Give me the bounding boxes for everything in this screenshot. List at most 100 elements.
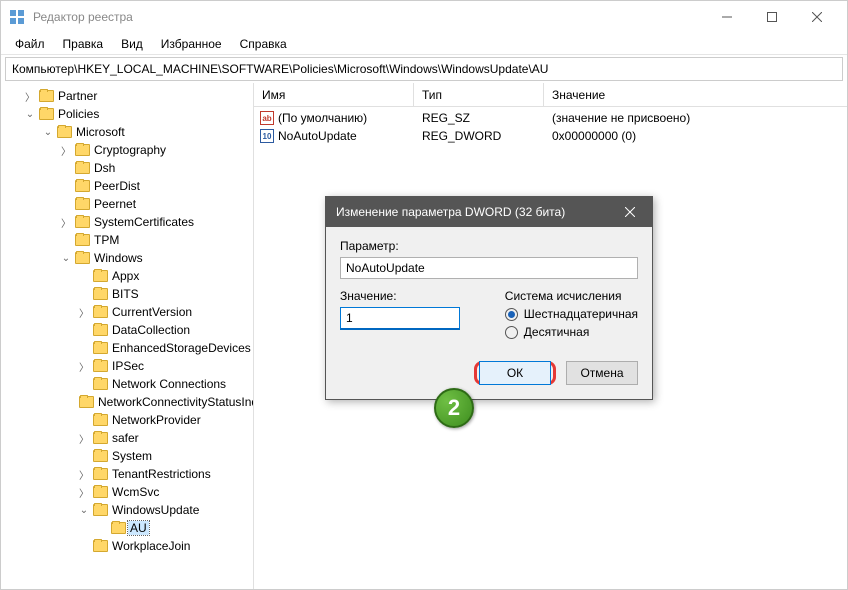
chevron-down-icon[interactable]: ⌄ [41, 127, 55, 138]
menu-help[interactable]: Справка [232, 35, 295, 53]
chevron-right-icon[interactable]: 〉 [59, 143, 73, 158]
window-title: Редактор реестра [33, 10, 704, 24]
titlebar: Редактор реестра [1, 1, 847, 33]
tree-item[interactable]: TPM [59, 231, 253, 249]
dialog-titlebar: Изменение параметра DWORD (32 бита) [326, 197, 652, 227]
folder-icon [93, 468, 108, 480]
folder-icon [75, 252, 90, 264]
tree-item[interactable]: 〉safer [77, 429, 253, 447]
tree-item-windows[interactable]: ⌄Windows [59, 249, 253, 267]
folder-icon [93, 324, 108, 336]
folder-icon [39, 108, 54, 120]
chevron-right-icon[interactable]: 〉 [77, 431, 91, 446]
dialog-title: Изменение параметра DWORD (32 бита) [336, 205, 565, 219]
close-button[interactable] [794, 2, 839, 32]
ok-highlight: ОК [474, 361, 556, 385]
folder-icon [93, 540, 108, 552]
folder-icon [93, 486, 108, 498]
edit-dword-dialog: Изменение параметра DWORD (32 бита) Пара… [325, 196, 653, 400]
dword-value-icon: 10 [260, 129, 274, 143]
chevron-right-icon[interactable]: 〉 [23, 89, 37, 104]
tree-item[interactable]: PeerDist [59, 177, 253, 195]
chevron-right-icon[interactable]: 〉 [77, 359, 91, 374]
dialog-close-button[interactable] [618, 200, 642, 224]
folder-icon [93, 414, 108, 426]
tree-item[interactable]: Appx [77, 267, 253, 285]
menu-favorites[interactable]: Избранное [153, 35, 230, 53]
value-row[interactable]: 10NoAutoUpdate REG_DWORD 0x00000000 (0) [254, 127, 847, 145]
param-name-input[interactable] [340, 257, 638, 279]
tree-item-partner[interactable]: 〉Partner [23, 87, 253, 105]
string-value-icon: ab [260, 111, 274, 125]
tree-item[interactable]: 〉WcmSvc [77, 483, 253, 501]
tree-item[interactable]: BITS [77, 285, 253, 303]
folder-icon [93, 450, 108, 462]
chevron-down-icon[interactable]: ⌄ [77, 505, 91, 516]
tree-item[interactable]: 〉IPSec [77, 357, 253, 375]
tree-item[interactable]: NetworkProvider [77, 411, 253, 429]
chevron-right-icon[interactable]: 〉 [59, 215, 73, 230]
radio-icon [505, 326, 518, 339]
base-label: Система исчисления [505, 289, 638, 303]
tree-item[interactable]: DataCollection [77, 321, 253, 339]
menubar: Файл Правка Вид Избранное Справка [1, 33, 847, 55]
chevron-right-icon[interactable]: 〉 [77, 305, 91, 320]
tree-item-windowsupdate[interactable]: ⌄WindowsUpdate [77, 501, 253, 519]
tree-item[interactable]: WorkplaceJoin [77, 537, 253, 555]
folder-icon [57, 126, 72, 138]
tree-item[interactable]: NetworkConnectivityStatusIndicator [77, 393, 253, 411]
tree-item[interactable]: EnhancedStorageDevices [77, 339, 253, 357]
tree-item-microsoft[interactable]: ⌄Microsoft [41, 123, 253, 141]
tree-item[interactable]: Dsh [59, 159, 253, 177]
folder-icon [75, 216, 90, 228]
tree-item[interactable]: Peernet [59, 195, 253, 213]
chevron-down-icon[interactable]: ⌄ [23, 109, 37, 120]
chevron-right-icon[interactable]: 〉 [77, 467, 91, 482]
column-data[interactable]: Значение [544, 83, 847, 106]
menu-view[interactable]: Вид [113, 35, 151, 53]
chevron-right-icon[interactable]: 〉 [77, 485, 91, 500]
value-row[interactable]: ab(По умолчанию) REG_SZ (значение не при… [254, 109, 847, 127]
chevron-down-icon[interactable]: ⌄ [59, 253, 73, 264]
folder-icon [93, 306, 108, 318]
folder-icon [75, 198, 90, 210]
tree-item[interactable]: 〉TenantRestrictions [77, 465, 253, 483]
base-group: Система исчисления Шестнадцатеричная Дес… [505, 289, 638, 343]
radio-dec[interactable]: Десятичная [505, 325, 638, 339]
radio-icon [505, 308, 518, 321]
column-headers: Имя Тип Значение [254, 83, 847, 107]
menu-edit[interactable]: Правка [55, 35, 112, 53]
cancel-button[interactable]: Отмена [566, 361, 638, 385]
ok-button[interactable]: ОК [479, 361, 551, 385]
address-bar[interactable]: Компьютер\HKEY_LOCAL_MACHINE\SOFTWARE\Po… [5, 57, 843, 81]
folder-icon [93, 288, 108, 300]
folder-icon [75, 234, 90, 246]
radio-hex[interactable]: Шестнадцатеричная [505, 307, 638, 321]
tree-item[interactable]: System [77, 447, 253, 465]
folder-icon [75, 144, 90, 156]
tree-item[interactable]: 〉SystemCertificates [59, 213, 253, 231]
value-input[interactable] [340, 307, 460, 330]
minimize-button[interactable] [704, 2, 749, 32]
folder-icon [93, 270, 108, 282]
folder-icon [75, 162, 90, 174]
tree-item[interactable]: 〉CurrentVersion [77, 303, 253, 321]
folder-icon [93, 378, 108, 390]
column-name[interactable]: Имя [254, 83, 414, 106]
column-type[interactable]: Тип [414, 83, 544, 106]
tree-item-au[interactable]: AU [95, 519, 253, 537]
step-callout-2: 2 [434, 388, 474, 428]
tree-item-policies[interactable]: ⌄Policies [23, 105, 253, 123]
folder-icon [75, 180, 90, 192]
tree-item[interactable]: 〉Cryptography [59, 141, 253, 159]
folder-icon [111, 522, 126, 534]
folder-icon [93, 360, 108, 372]
param-label: Параметр: [340, 239, 638, 253]
tree-item[interactable]: Network Connections [77, 375, 253, 393]
menu-file[interactable]: Файл [7, 35, 53, 53]
tree-pane[interactable]: 〉Partner ⌄Policies ⌄Microsoft 〉Cryptogra… [1, 83, 254, 589]
folder-icon [39, 90, 54, 102]
folder-icon [93, 432, 108, 444]
folder-icon [93, 504, 108, 516]
maximize-button[interactable] [749, 2, 794, 32]
